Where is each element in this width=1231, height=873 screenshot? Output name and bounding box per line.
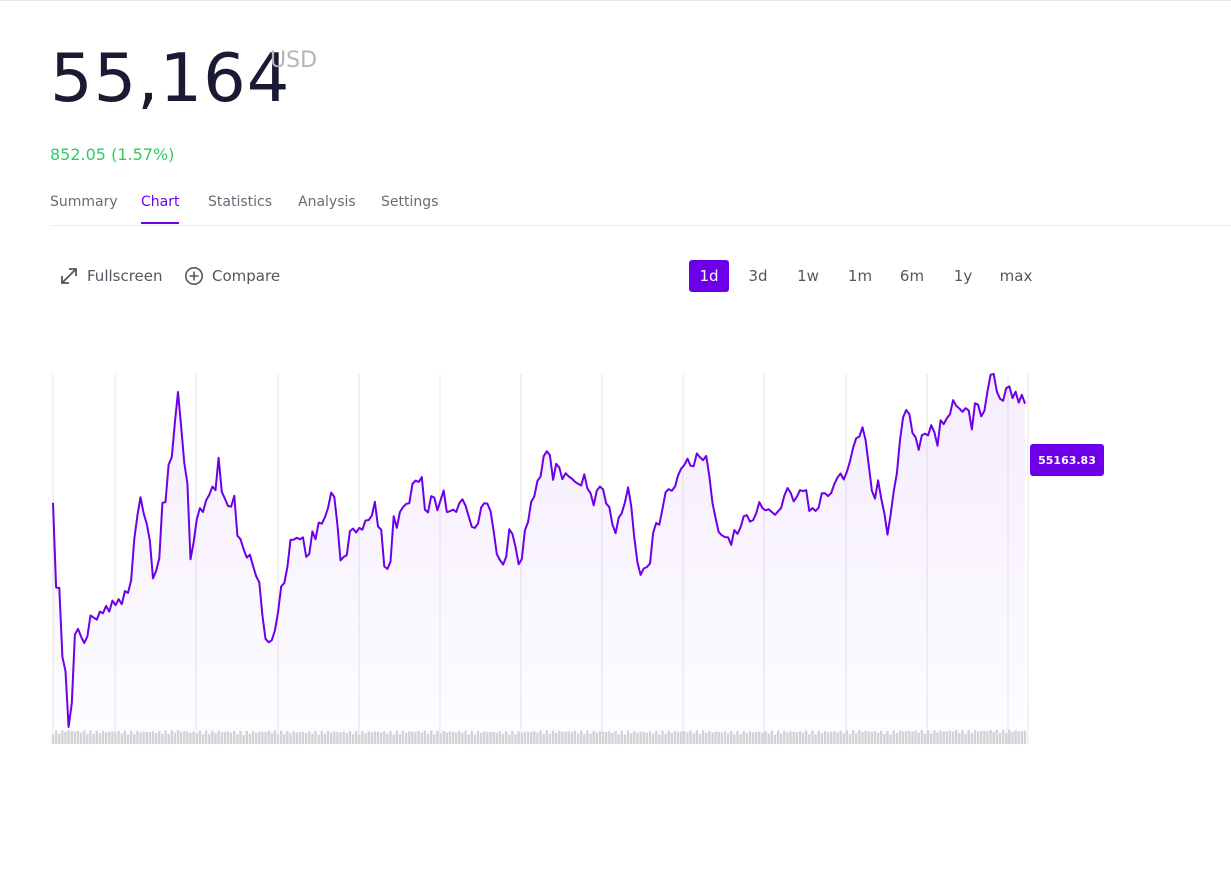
last-price-label-text: 55163.83: [1038, 454, 1096, 467]
last-price-label: 55163.83: [1030, 444, 1104, 476]
price-area-fill: [53, 374, 1025, 744]
price-chart[interactable]: 55163.83: [0, 0, 1231, 873]
